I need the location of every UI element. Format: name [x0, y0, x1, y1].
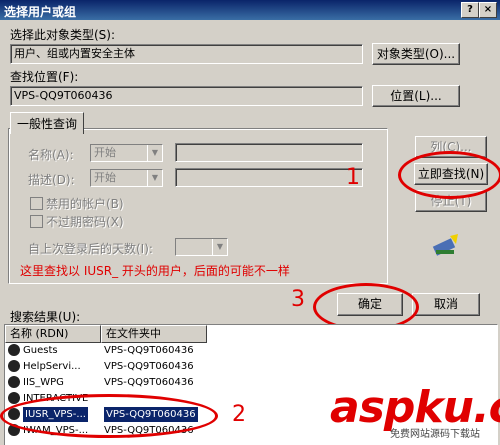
- list-item[interactable]: HelpServi... VPS-QQ9T060436: [5, 359, 205, 374]
- title-bar: 选择用户或组 ? ×: [0, 0, 500, 20]
- select-users-dialog: 选择用户或组 ? × 选择此对象类型(S): 用户、组或内置安全主体 对象类型(…: [0, 0, 500, 445]
- search-results-label: 搜索结果(U):: [10, 310, 81, 324]
- item-folder: VPS-QQ9T060436: [104, 361, 194, 372]
- help-button[interactable]: ?: [461, 2, 479, 18]
- dialog-title: 选择用户或组: [4, 5, 77, 19]
- description-label: 描述(D):: [28, 173, 75, 187]
- user-icon: [8, 360, 20, 372]
- name-label: 名称(A):: [28, 148, 74, 162]
- item-name: HelpServi...: [23, 361, 81, 372]
- list-item[interactable]: IIS_WPG VPS-QQ9T060436: [5, 375, 205, 390]
- chevron-down-icon: ▼: [147, 145, 162, 161]
- days-since-logon-label: 自上次登录后的天数(I):: [28, 242, 153, 256]
- name-mode-select[interactable]: 开始 ▼: [90, 144, 163, 162]
- annotation-circle-find-now: [398, 151, 500, 199]
- item-folder: VPS-QQ9T060436: [104, 345, 194, 356]
- annotation-circle-iusr: [0, 394, 218, 438]
- annotation-number-1: 1: [346, 165, 360, 190]
- annotation-note: 这里查找以 IUSR_ 开头的用户，后面的可能不一样: [20, 264, 290, 278]
- cancel-button[interactable]: 取消: [412, 293, 480, 316]
- location-field: VPS-QQ9T060436: [10, 86, 363, 106]
- non-expiring-label: 不过期密码(X): [46, 215, 124, 229]
- item-name: Guests: [23, 345, 58, 356]
- description-mode-value: 开始: [94, 171, 116, 184]
- annotation-number-2: 2: [232, 402, 246, 427]
- tab-common-queries[interactable]: 一般性查询: [10, 112, 85, 134]
- non-expiring-checkbox[interactable]: [30, 215, 43, 228]
- item-name: IIS_WPG: [23, 377, 64, 388]
- watermark-subtitle: 免费网站源码下载站: [390, 429, 480, 440]
- list-item[interactable]: Guests VPS-QQ9T060436: [5, 343, 205, 358]
- search-flashlight-icon: [430, 232, 460, 258]
- chevron-down-icon: ▼: [147, 170, 162, 186]
- annotation-number-3: 3: [291, 287, 305, 312]
- name-mode-value: 开始: [94, 146, 116, 159]
- item-folder: VPS-QQ9T060436: [104, 377, 194, 388]
- description-input[interactable]: [175, 168, 363, 187]
- name-input[interactable]: [175, 143, 363, 162]
- disabled-accounts-checkbox[interactable]: [30, 197, 43, 210]
- user-group-icon: [8, 376, 20, 388]
- locations-button[interactable]: 位置(L)...: [372, 85, 460, 107]
- user-group-icon: [8, 344, 20, 356]
- object-type-label: 选择此对象类型(S):: [10, 28, 116, 42]
- user-group-icon: [8, 392, 20, 404]
- location-label: 查找位置(F):: [10, 70, 79, 84]
- object-type-field: 用户、组或内置安全主体: [10, 44, 363, 64]
- column-header-folder[interactable]: 在文件夹中: [101, 325, 207, 343]
- object-types-button[interactable]: 对象类型(O)...: [372, 43, 460, 65]
- chevron-down-icon: ▼: [212, 239, 227, 255]
- disabled-accounts-label: 禁用的帐户(B): [46, 197, 124, 211]
- close-button[interactable]: ×: [479, 2, 497, 18]
- description-mode-select[interactable]: 开始 ▼: [90, 169, 163, 187]
- column-header-name[interactable]: 名称 (RDN): [5, 325, 101, 343]
- days-since-logon-select[interactable]: ▼: [175, 238, 228, 256]
